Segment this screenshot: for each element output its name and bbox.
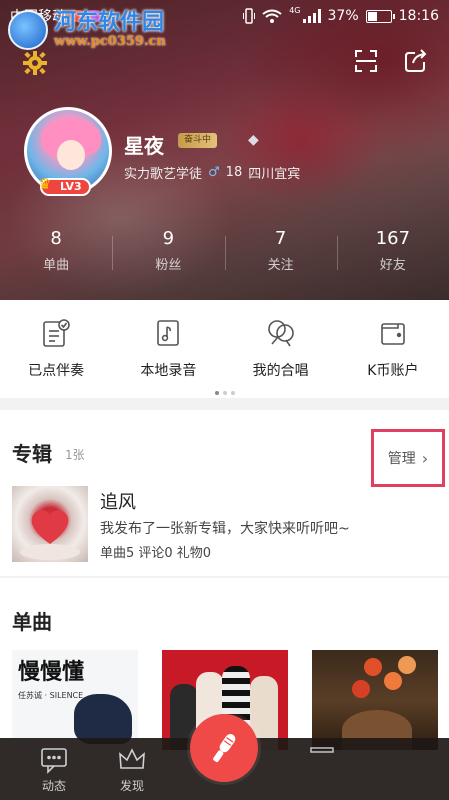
album-name[interactable]: 追风 <box>100 488 136 514</box>
action-label: K币账户 <box>367 363 419 379</box>
single-cover[interactable]: 慢慢懂 任苏诚 · SILENCE <box>12 650 138 750</box>
chorus-icon <box>267 320 294 347</box>
album-meta: 单曲5 评论0 礼物0 <box>100 546 212 561</box>
watermark-title: 河东软件园 <box>54 9 165 35</box>
settings-gear-icon[interactable] <box>22 50 48 76</box>
message-icon <box>310 747 334 753</box>
stat-label: 关注 <box>267 258 294 273</box>
user-age: 18 <box>225 165 243 180</box>
album-description: 我发布了一张新专辑，大家快来听听吧~ <box>100 521 350 537</box>
feed-icon <box>41 748 67 774</box>
nav-item[interactable] <box>292 746 352 777</box>
stat-following[interactable]: 7 关注 <box>224 226 337 276</box>
single-section-title: 单曲 <box>12 610 52 634</box>
manage-label: 管理 <box>387 451 416 467</box>
nav-feed[interactable]: 动态 <box>24 746 84 794</box>
nav-label: 动态 <box>41 779 66 793</box>
nav-label: 发现 <box>119 779 144 793</box>
crown-icon <box>119 748 145 769</box>
user-location: 四川宜宾 <box>248 167 301 182</box>
manage-button[interactable]: 管理 › <box>371 429 445 487</box>
level-badge: ♛ LV3 <box>38 175 91 196</box>
wifi-icon <box>262 9 282 23</box>
stat-label: 单曲 <box>43 258 70 273</box>
stat-singles[interactable]: 8 单曲 <box>0 226 112 276</box>
stats-row: 8 单曲 9 粉丝 7 关注 167 好友 <box>0 226 449 276</box>
stat-label: 好友 <box>379 258 406 273</box>
nav-discover[interactable]: 发现 <box>102 746 162 794</box>
page-indicator <box>0 380 449 399</box>
watermark-logo-icon <box>8 10 48 50</box>
user-name: 星夜 <box>124 134 164 158</box>
stat-fans[interactable]: 9 粉丝 <box>112 226 224 276</box>
stat-value: 7 <box>274 228 287 249</box>
rank-badge: 奋斗中 <box>178 133 218 148</box>
stat-value: 167 <box>375 228 411 249</box>
user-subtitle: 实力歌艺学徒 <box>124 167 203 182</box>
scan-icon[interactable] <box>353 48 379 74</box>
chevron-right-icon: › <box>421 448 429 468</box>
battery-icon <box>365 9 395 23</box>
cover-subtitle: 任苏诚 · SILENCE <box>18 691 84 700</box>
signal-icon <box>302 9 321 23</box>
album-section: 专辑 1张 管理 › 追风 我发布了一张新专辑，大家快来听听吧~ 单曲5 评论0… <box>0 410 449 576</box>
male-gender-icon: ♂ <box>208 165 220 180</box>
checklist-icon <box>43 319 70 347</box>
album-cover[interactable] <box>12 486 88 562</box>
single-cover[interactable] <box>312 650 438 750</box>
sing-microphone-button[interactable] <box>190 714 258 782</box>
watermark: 河东软件园 www.pc0359.cn <box>8 10 166 50</box>
action-label: 已点伴奏 <box>28 363 85 379</box>
stat-friends[interactable]: 167 好友 <box>336 226 449 276</box>
watermark-url: www.pc0359.cn <box>54 34 166 49</box>
album-count: 1张 <box>65 448 85 462</box>
local-recording-icon <box>157 320 180 346</box>
microphone-icon <box>213 733 236 763</box>
user-meta: 实力歌艺学徒 ♂ 18 四川宜宾 <box>124 163 300 182</box>
share-icon[interactable] <box>403 48 429 74</box>
cover-title: 慢慢懂 <box>18 660 85 685</box>
crown-icon: ♛ <box>38 175 52 193</box>
clock: 18:16 <box>398 8 439 24</box>
vibrate-icon <box>243 8 256 24</box>
action-label: 我的合唱 <box>252 363 309 379</box>
stat-label: 粉丝 <box>155 258 182 273</box>
diamond-icon[interactable]: ◆ <box>248 132 259 148</box>
battery-percent: 37% <box>327 8 359 24</box>
heart-cake-image <box>20 510 80 560</box>
stat-value: 8 <box>50 228 62 249</box>
wallet-icon <box>381 323 405 345</box>
action-label: 本地录音 <box>140 363 197 379</box>
album-section-title: 专辑 <box>12 442 52 466</box>
network-type: 4G <box>289 5 301 15</box>
stat-value: 9 <box>162 228 175 249</box>
